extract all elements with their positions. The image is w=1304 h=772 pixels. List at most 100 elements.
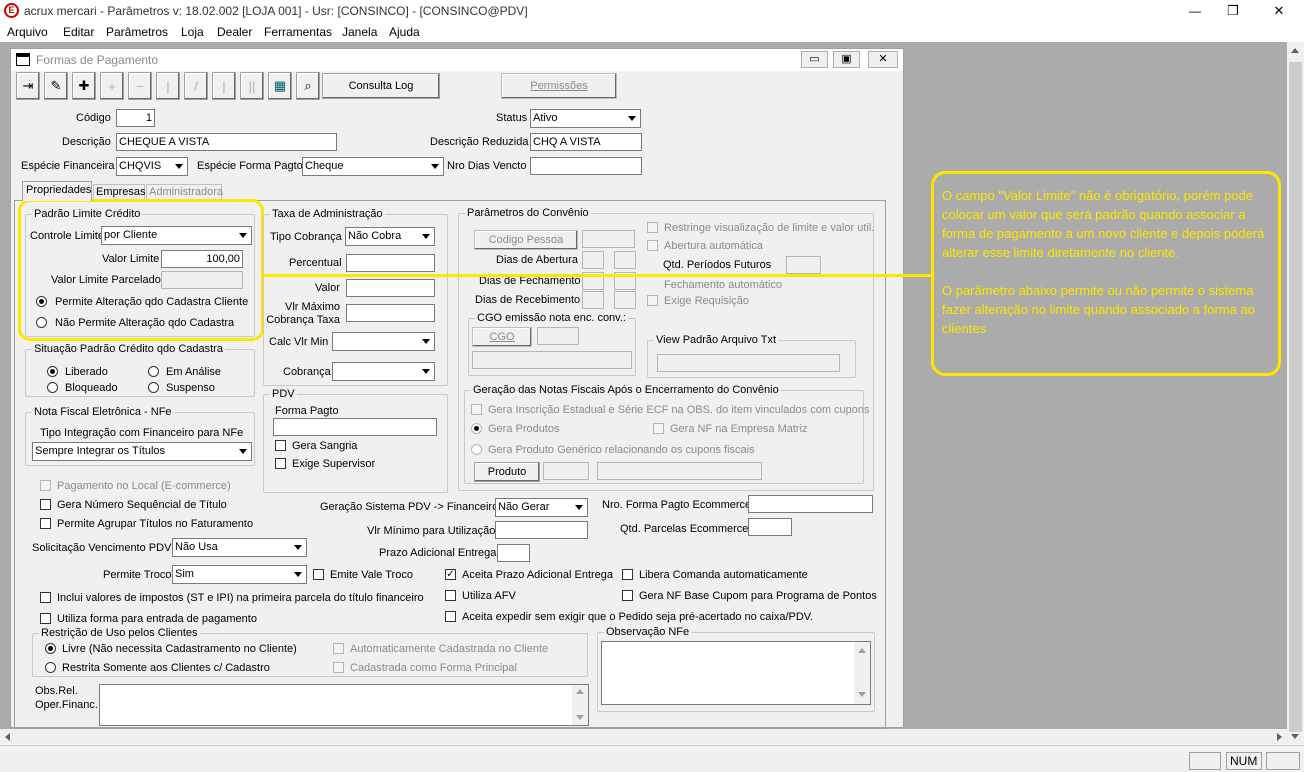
gera-nf-base-checkbox[interactable] <box>622 590 633 601</box>
delete-icon[interactable]: − <box>128 72 152 100</box>
produto-desc-input[interactable] <box>597 462 762 480</box>
gera-inscricao-checkbox[interactable] <box>471 404 482 415</box>
obs-nfe-textarea[interactable] <box>601 641 871 705</box>
bloqueado-radio[interactable] <box>47 382 58 393</box>
cgo-code-input[interactable] <box>537 327 579 345</box>
menu-editar[interactable]: Editar <box>63 25 94 39</box>
auto-cadastrada-checkbox[interactable] <box>333 643 344 654</box>
menu-parametros[interactable]: Parâmetros <box>106 25 168 39</box>
produto-code-input[interactable] <box>543 462 589 480</box>
scroll-down-icon[interactable] <box>858 692 866 697</box>
vlr-minimo-input[interactable] <box>495 521 588 539</box>
menu-arquivo[interactable]: Arquivo <box>7 25 48 39</box>
forma-pagto-input[interactable] <box>273 418 437 436</box>
liberado-radio[interactable] <box>47 366 58 377</box>
dias-recebimento-input-2[interactable] <box>614 291 636 309</box>
cgo-desc-input[interactable] <box>472 351 632 369</box>
prev-record-icon[interactable]: / <box>184 72 208 100</box>
obs-rel-scrollbar[interactable] <box>572 685 588 725</box>
especie-financeira-select[interactable]: CHQVIS <box>116 157 188 176</box>
exige-supervisor-checkbox[interactable] <box>275 458 286 469</box>
child-minimize-button[interactable]: ▭ <box>801 51 828 68</box>
dias-abertura-input-1[interactable] <box>582 251 604 269</box>
libera-comanda-checkbox[interactable] <box>622 569 633 580</box>
child-restore-button[interactable]: ▣ <box>833 51 860 68</box>
inclui-impostos-checkbox[interactable] <box>40 592 51 603</box>
scroll-up-icon[interactable] <box>858 648 866 653</box>
exige-requisicao-checkbox[interactable] <box>647 295 658 306</box>
gera-numero-seq-checkbox[interactable] <box>40 499 51 510</box>
calc-vlr-min-select[interactable] <box>332 332 435 351</box>
vlr-maximo-input[interactable] <box>346 304 435 322</box>
produto-button[interactable]: Produto <box>474 462 540 482</box>
menu-ferramentas[interactable]: Ferramentas <box>264 25 332 39</box>
nro-dias-vencto-input[interactable] <box>530 157 642 175</box>
view-padrao-input[interactable] <box>657 354 840 372</box>
restringe-checkbox[interactable] <box>647 222 658 233</box>
gera-produtos-radio[interactable] <box>471 423 482 434</box>
utiliza-afv-checkbox[interactable] <box>445 590 456 601</box>
qtd-periodos-input[interactable] <box>786 256 821 274</box>
livre-radio[interactable] <box>45 643 56 654</box>
codigo-pessoa-input[interactable] <box>582 230 635 248</box>
codigo-input[interactable]: 1 <box>116 109 155 127</box>
consulta-log-button[interactable]: Consulta Log <box>322 73 440 99</box>
scroll-thumb[interactable] <box>1289 62 1302 732</box>
dias-abertura-input-2[interactable] <box>614 251 636 269</box>
gera-produto-generico-radio[interactable] <box>471 444 482 455</box>
binoculars-icon[interactable]: ⌕ <box>296 72 320 100</box>
valor-input[interactable] <box>346 279 435 297</box>
solic-venc-select[interactable]: Não Usa <box>172 538 307 557</box>
menu-janela[interactable]: Janela <box>342 25 377 39</box>
codigo-pessoa-button[interactable]: Codigo Pessoa <box>474 230 578 250</box>
especie-forma-pagto-select[interactable]: Cheque <box>302 157 444 176</box>
cadastrada-principal-checkbox[interactable] <box>333 662 344 673</box>
nro-forma-ecom-input[interactable] <box>748 495 873 513</box>
scroll-down-icon[interactable] <box>1291 734 1299 739</box>
permissoes-button[interactable]: Permissões <box>501 73 617 99</box>
child-close-button[interactable]: ✕ <box>868 51 898 68</box>
close-button[interactable]: ✕ <box>1264 1 1294 21</box>
scroll-left-icon[interactable] <box>5 733 10 741</box>
aceita-prazo-checkbox[interactable]: ✓ <box>445 569 456 580</box>
percentual-input[interactable] <box>346 254 435 272</box>
cobranca-select[interactable] <box>332 362 435 381</box>
geracao-pdv-select[interactable]: Não Gerar <box>495 498 588 517</box>
menu-ajuda[interactable]: Ajuda <box>389 25 420 39</box>
add-record-icon[interactable]: ✚ <box>72 72 96 100</box>
permite-agrupar-checkbox[interactable] <box>40 518 51 529</box>
aceita-expedir-checkbox[interactable] <box>445 611 456 622</box>
gera-nf-matriz-checkbox[interactable] <box>653 423 664 434</box>
qtd-parcelas-ecom-input[interactable] <box>748 518 792 536</box>
vertical-scrollbar[interactable] <box>1287 42 1304 745</box>
gera-sangria-checkbox[interactable] <box>275 440 286 451</box>
scroll-right-icon[interactable] <box>1277 733 1282 741</box>
descricao-input[interactable]: CHEQUE A VISTA <box>116 133 337 151</box>
status-select[interactable]: Ativo <box>530 109 641 128</box>
emite-vale-troco-checkbox[interactable] <box>313 569 324 580</box>
grid-icon[interactable]: ▦ <box>268 72 292 100</box>
minimize-button[interactable]: — <box>1180 1 1210 21</box>
cgo-button[interactable]: CGO <box>472 327 532 347</box>
menu-dealer[interactable]: Dealer <box>217 25 252 39</box>
scroll-down-icon[interactable] <box>576 715 584 720</box>
last-record-icon[interactable]: || <box>240 72 264 100</box>
permite-troco-select[interactable]: Sim <box>172 565 307 584</box>
tab-propriedades[interactable]: Propriedades <box>22 181 92 201</box>
restore-button[interactable]: ❐ <box>1218 1 1248 21</box>
obs-nfe-scrollbar[interactable] <box>854 642 870 704</box>
descricao-reduzida-input[interactable]: CHQ A VISTA <box>530 133 642 151</box>
next-record-icon[interactable]: | <box>212 72 236 100</box>
utiliza-forma-checkbox[interactable] <box>40 613 51 624</box>
scroll-up-icon[interactable] <box>576 689 584 694</box>
menu-loja[interactable]: Loja <box>181 25 204 39</box>
restrita-radio[interactable] <box>45 662 56 673</box>
pagamento-local-checkbox[interactable] <box>40 480 51 491</box>
horizontal-scrollbar[interactable] <box>0 729 1287 745</box>
edit-pencil-icon[interactable]: ✎ <box>44 72 68 100</box>
prazo-adicional-input[interactable] <box>497 544 530 562</box>
suspenso-radio[interactable] <box>148 382 159 393</box>
tipo-cobranca-select[interactable]: Não Cobra <box>345 227 435 246</box>
dias-recebimento-input-1[interactable] <box>582 291 604 309</box>
scroll-up-icon[interactable] <box>1291 48 1299 53</box>
